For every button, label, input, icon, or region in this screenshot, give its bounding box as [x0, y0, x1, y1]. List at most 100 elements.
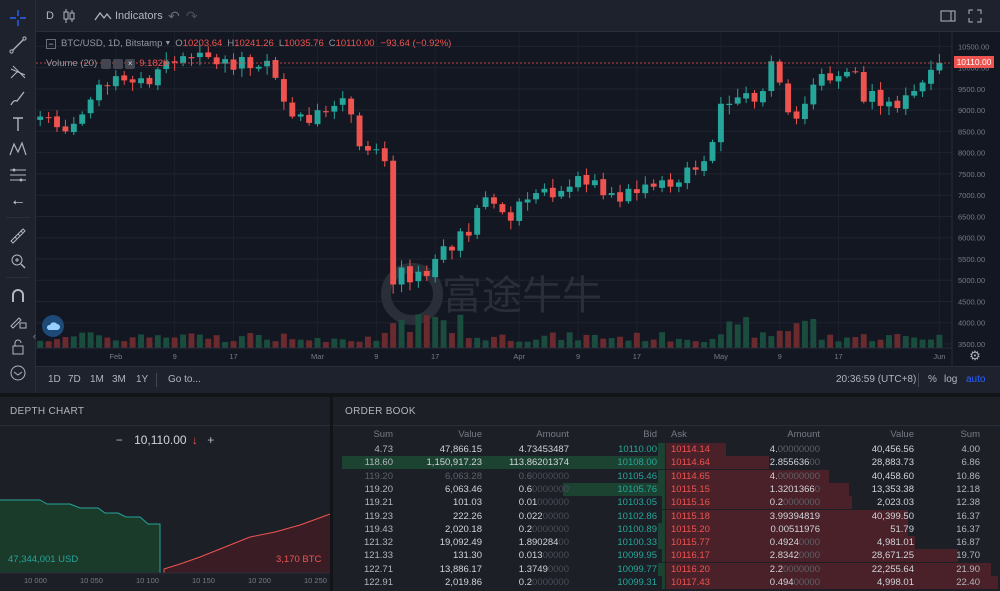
divider: [918, 373, 919, 387]
measure-tool[interactable]: [5, 225, 31, 247]
candle-body: [37, 116, 44, 120]
redo-button[interactable]: ↷: [186, 0, 198, 32]
candle-body: [844, 71, 850, 77]
zoom-tool[interactable]: [5, 250, 31, 272]
close-icon[interactable]: ×: [125, 58, 136, 69]
price-chart[interactable]: 富途牛牛 10500.00 10000.00 9500.00 9000.00 8500.…: [33, 32, 1000, 366]
candle-body: [79, 114, 86, 124]
trading-app: D Indicators ↶ ↷ ← 富途牛牛 10500.00 10000.0…: [0, 0, 1000, 591]
fib-tool[interactable]: [5, 164, 31, 186]
volume-bar: [314, 337, 321, 348]
volume-bar: [617, 336, 623, 348]
scroll-left-handle[interactable]: ‹: [33, 331, 39, 343]
trendline-tool[interactable]: [5, 34, 31, 56]
depth-tick: 10 200: [248, 576, 271, 585]
change-value: −93.64 (−0.92%): [380, 38, 452, 49]
collapse-legend-button[interactable]: −: [46, 38, 56, 49]
top-toolbar: D Indicators ↶ ↷: [0, 0, 1000, 32]
candle-body: [390, 160, 397, 285]
volume-bar: [919, 339, 926, 348]
volume-bar: [482, 340, 489, 348]
chart-settings-button[interactable]: ⚙: [966, 348, 984, 364]
candle-body: [928, 69, 934, 84]
visibility-tool[interactable]: [5, 362, 31, 384]
cell-asum: 22.40: [956, 577, 980, 588]
eye-icon[interactable]: [101, 58, 112, 69]
pitchfork-icon: [10, 65, 26, 79]
cell-bamt: 0.20000000: [518, 577, 569, 588]
close-label: C: [328, 38, 336, 49]
volume-bar: [818, 339, 825, 348]
lock-tool[interactable]: [5, 336, 31, 358]
volume-bar: [633, 332, 640, 348]
bid-depth-bar: [661, 496, 665, 510]
order-book-panel: ORDER BOOK Sum Value Amount Bid Ask Amou…: [333, 397, 1000, 591]
ask-depth-bar: [666, 562, 992, 576]
volume-bar: [180, 334, 187, 348]
volume-bar: [776, 330, 783, 348]
volume-bar: [205, 338, 212, 348]
volume-bar: [810, 318, 817, 348]
pattern-tool[interactable]: [5, 138, 31, 160]
candle-body: [54, 116, 60, 128]
candle-body: [205, 52, 212, 58]
cloud-icon: [46, 322, 60, 330]
candle-body: [87, 99, 94, 114]
watermark-text: 富途牛牛: [442, 273, 602, 319]
symbol-label[interactable]: BTC/USD, 1D, Bitstamp: [61, 38, 162, 49]
high-value: 10241.26: [234, 38, 274, 49]
goto-button[interactable]: Go to...: [168, 367, 201, 392]
lock-drawings-tool[interactable]: [5, 310, 31, 332]
candle-body: [566, 186, 573, 192]
time-tick: Mar: [311, 352, 324, 361]
price-tick: 4500.00: [958, 297, 985, 306]
volume-bar: [272, 341, 279, 348]
range-1d[interactable]: 1D: [48, 367, 61, 392]
indicators-button[interactable]: Indicators: [94, 0, 163, 32]
candle-body: [911, 91, 918, 96]
panel-divider: [0, 393, 1000, 397]
volume-bar: [222, 341, 229, 348]
range-3m[interactable]: 3M: [112, 367, 126, 392]
volume-bar: [877, 339, 884, 348]
volume-bar: [751, 337, 758, 348]
layout-button[interactable]: [940, 0, 956, 32]
undo-button[interactable]: ↶: [168, 0, 180, 32]
pencil-lock-icon: [10, 317, 27, 329]
chart-type-button[interactable]: [62, 0, 76, 32]
candle-body: [70, 123, 77, 133]
brush-tool[interactable]: [5, 87, 31, 109]
percent-toggle[interactable]: %: [928, 367, 937, 392]
volume-bar: [549, 332, 556, 348]
range-7d[interactable]: 7D: [68, 367, 81, 392]
header-ask: Ask: [671, 429, 687, 440]
range-1m[interactable]: 1M: [90, 367, 104, 392]
crosshair-tool[interactable]: [5, 7, 31, 29]
volume-bar: [196, 334, 203, 348]
pattern-icon: [9, 141, 27, 156]
candle-body: [734, 97, 741, 104]
order-book-row[interactable]: 122.91 2,019.86 10099.31 10117.43 4,998.01 22…: [333, 575, 1000, 590]
range-1y[interactable]: 1Y: [136, 367, 148, 392]
interval-selector[interactable]: D: [46, 0, 54, 32]
fullscreen-button[interactable]: [968, 0, 982, 32]
magnet-tool[interactable]: [5, 285, 31, 307]
volume-bar: [213, 335, 220, 348]
collapse-toolbar-button[interactable]: ←: [5, 190, 31, 212]
text-tool[interactable]: [5, 113, 31, 135]
settings-icon[interactable]: [113, 58, 124, 69]
candle-body: [516, 201, 523, 221]
cloud-badge[interactable]: [42, 315, 64, 337]
header-value-ask: Value: [890, 429, 914, 440]
volume-bar: [701, 341, 708, 348]
volume-bar: [121, 341, 128, 348]
log-toggle[interactable]: log: [944, 367, 957, 392]
auto-toggle[interactable]: auto: [966, 367, 985, 392]
depth-x-axis: 10 000 10 050 10 100 10 150 10 200 10 25…: [0, 576, 330, 588]
depth-tick: 10 100: [136, 576, 159, 585]
candlestick-plot[interactable]: 富途牛牛 10500.0010000.009500.009000.008500.…: [36, 32, 1000, 366]
fib-icon: [10, 168, 26, 182]
candle-body: [407, 266, 413, 283]
pitchfork-tool[interactable]: [5, 61, 31, 83]
bid-depth-bar: [658, 443, 665, 456]
